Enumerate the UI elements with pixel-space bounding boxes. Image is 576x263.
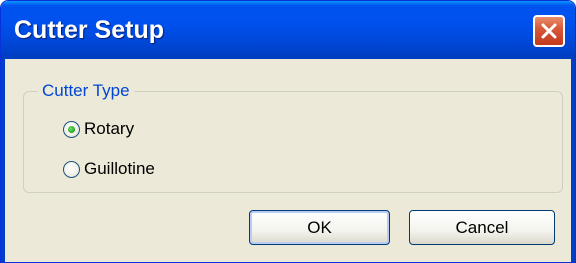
title-bar[interactable]: Cutter Setup: [1, 1, 575, 59]
cutter-setup-dialog: Cutter Setup Cutter Type Rotary Guilloti…: [0, 0, 576, 263]
radio-selected-dot: [68, 125, 75, 133]
window-border-right: [571, 59, 575, 262]
close-icon: [540, 22, 558, 40]
radio-option-rotary[interactable]: Rotary: [63, 119, 134, 139]
dialog-title: Cutter Setup: [14, 16, 164, 44]
close-button[interactable]: [533, 15, 565, 47]
rotary-radio-button[interactable]: [63, 120, 80, 138]
window-border-left: [1, 59, 5, 262]
guillotine-label[interactable]: Guillotine: [84, 159, 155, 179]
radio-option-guillotine[interactable]: Guillotine: [63, 159, 155, 179]
cutter-type-legend: Cutter Type: [38, 81, 134, 101]
cancel-button[interactable]: Cancel: [409, 210, 555, 245]
guillotine-radio-button[interactable]: [63, 160, 80, 178]
rotary-label[interactable]: Rotary: [84, 119, 134, 139]
ok-button[interactable]: OK: [249, 210, 390, 245]
